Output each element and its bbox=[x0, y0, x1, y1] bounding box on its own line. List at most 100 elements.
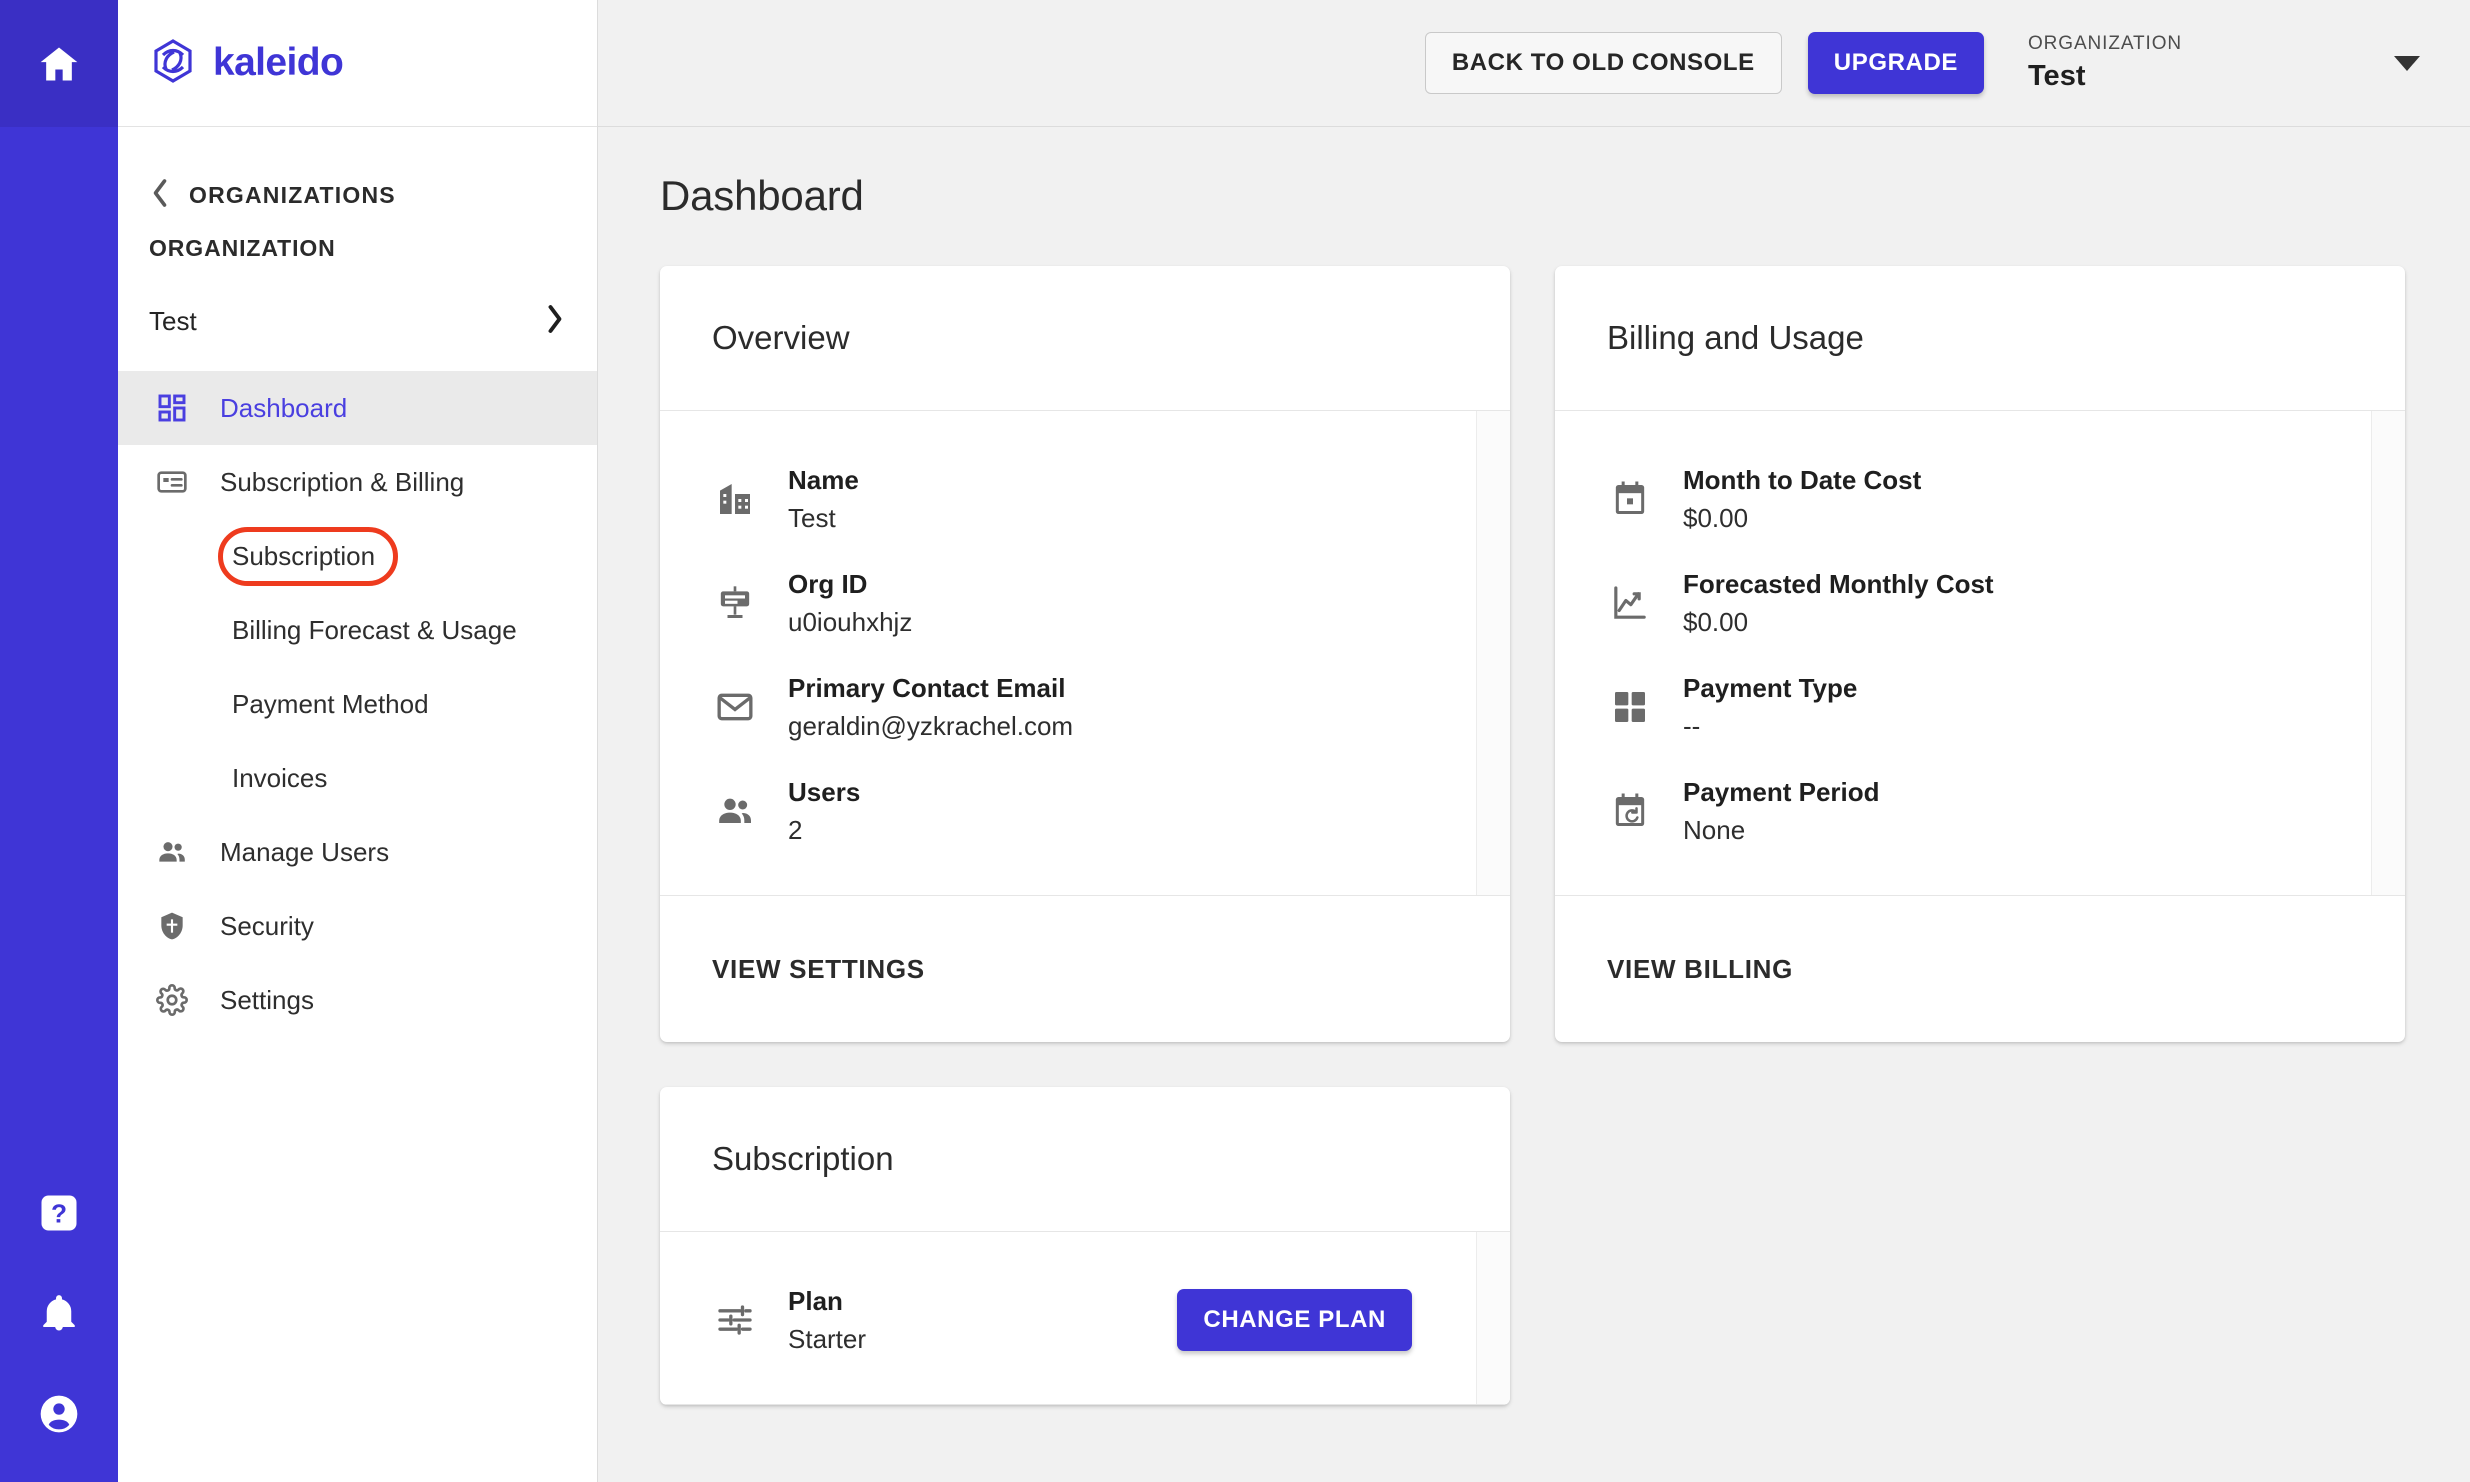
field-label: Month to Date Cost bbox=[1683, 464, 1922, 495]
field-label: Org ID bbox=[788, 568, 868, 599]
billing-card-body: Month to Date Cost $0.00 Forecasted Mont… bbox=[1555, 411, 2405, 896]
field-users: Users 2 bbox=[660, 759, 1510, 863]
help-icon[interactable]: ? bbox=[38, 1192, 80, 1234]
overview-card-body: Name Test Org ID u0iouhxhjz Primary Cont… bbox=[660, 411, 1510, 896]
sidebar-subitem-billing-forecast-usage[interactable]: Billing Forecast & Usage bbox=[118, 593, 597, 667]
chevron-left-icon bbox=[149, 178, 171, 213]
field-value: $0.00 bbox=[1683, 502, 1749, 533]
calendar-icon bbox=[1607, 476, 1653, 522]
field-org-id: Org ID u0iouhxhjz bbox=[660, 551, 1510, 655]
sidebar-item-label: Subscription & Billing bbox=[220, 467, 465, 497]
field-label: Payment Period bbox=[1683, 776, 1880, 807]
view-billing-link[interactable]: VIEW BILLING bbox=[1607, 954, 1793, 985]
dashboard-card-grid: Overview Name Test Org ID u0iouhxhjz Pri… bbox=[660, 266, 2410, 1042]
chevron-right-icon bbox=[544, 304, 566, 339]
field-label: Plan bbox=[788, 1285, 843, 1316]
field-payment-period: Payment Period None bbox=[1555, 759, 2405, 863]
field-value: Starter bbox=[788, 1323, 867, 1354]
subscription-card-row: Subscription Plan Starter CHANGE PLAN bbox=[660, 1087, 2410, 1405]
field-label: Primary Contact Email bbox=[788, 672, 1066, 703]
sidebar-subitem-label: Payment Method bbox=[232, 688, 429, 719]
line-chart-icon bbox=[1607, 580, 1653, 626]
field-payment-type: Payment Type -- bbox=[1555, 655, 2405, 759]
svg-text:?: ? bbox=[51, 1199, 67, 1229]
subscription-card: Subscription Plan Starter CHANGE PLAN bbox=[660, 1087, 1510, 1405]
sidebar-item-subscription-billing[interactable]: Subscription & Billing bbox=[118, 445, 597, 519]
sidebar-subitem-label: Invoices bbox=[232, 762, 328, 793]
field-value: None bbox=[1683, 814, 1746, 845]
gear-icon bbox=[149, 977, 195, 1023]
organization-switcher-value: Test bbox=[2028, 60, 2086, 92]
dashboard-grid-icon bbox=[149, 385, 195, 431]
page-content: Dashboard Overview Name Test Org ID u0io… bbox=[598, 127, 2470, 1482]
field-primary-contact-email: Primary Contact Email geraldin@yzkrachel… bbox=[660, 655, 1510, 759]
sidebar-subitem-invoices[interactable]: Invoices bbox=[118, 741, 597, 815]
page-title: Dashboard bbox=[660, 172, 864, 219]
mail-icon bbox=[712, 684, 758, 730]
billing-usage-card: Billing and Usage Month to Date Cost $0.… bbox=[1555, 266, 2405, 1042]
sidebar-subitem-label: Billing Forecast & Usage bbox=[232, 614, 517, 645]
breadcrumb-organizations[interactable]: ORGANIZATIONS bbox=[118, 148, 597, 243]
field-name: Name Test bbox=[660, 447, 1510, 551]
breadcrumb-label: ORGANIZATIONS bbox=[189, 182, 396, 208]
org-selector-name: Test bbox=[149, 305, 197, 336]
main-area: BACK TO OLD CONSOLE UPGRADE ORGANIZATION… bbox=[598, 0, 2470, 1482]
field-label: Name bbox=[788, 464, 859, 495]
overview-card: Overview Name Test Org ID u0iouhxhjz Pri… bbox=[660, 266, 1510, 1042]
sidebar-item-settings[interactable]: Settings bbox=[118, 963, 597, 1037]
field-label: Forecasted Monthly Cost bbox=[1683, 568, 1994, 599]
overview-card-header: Overview bbox=[660, 266, 1510, 411]
caret-down-icon bbox=[2394, 55, 2420, 71]
app-root: ? kaleido ORGANIZATIONS ORGANIZATION Tes… bbox=[0, 0, 2470, 1482]
field-month-to-date-cost: Month to Date Cost $0.00 bbox=[1555, 447, 2405, 551]
organization-switcher[interactable]: ORGANIZATION Test bbox=[2010, 20, 2430, 106]
kaleido-logo-icon bbox=[149, 37, 197, 90]
field-value: 2 bbox=[788, 814, 803, 845]
organization-switcher-label: ORGANIZATION bbox=[2028, 33, 2183, 54]
brand-name: kaleido bbox=[213, 41, 344, 84]
change-plan-button[interactable]: CHANGE PLAN bbox=[1177, 1289, 1412, 1351]
sidebar-item-security[interactable]: Security bbox=[118, 889, 597, 963]
sidebar-subitem-payment-method[interactable]: Payment Method bbox=[118, 667, 597, 741]
upgrade-button[interactable]: UPGRADE bbox=[1807, 32, 1984, 94]
people-icon bbox=[149, 829, 195, 875]
top-bar: BACK TO OLD CONSOLE UPGRADE ORGANIZATION… bbox=[598, 0, 2470, 127]
sidebar-item-label: Settings bbox=[220, 985, 314, 1015]
billing-card-header: Billing and Usage bbox=[1555, 266, 2405, 411]
field-value: -- bbox=[1683, 710, 1701, 741]
brand-logo[interactable]: kaleido bbox=[118, 0, 597, 127]
subscription-card-header: Subscription bbox=[660, 1087, 1510, 1232]
home-icon bbox=[37, 42, 81, 86]
calendar-repeat-icon bbox=[1607, 788, 1653, 834]
sliders-icon bbox=[712, 1297, 758, 1343]
sidebar-item-manage-users[interactable]: Manage Users bbox=[118, 815, 597, 889]
field-value: $0.00 bbox=[1683, 606, 1749, 637]
overview-card-footer: VIEW SETTINGS bbox=[660, 896, 1510, 1042]
field-forecasted-monthly-cost: Forecasted Monthly Cost $0.00 bbox=[1555, 551, 2405, 655]
sidebar-subitem-subscription[interactable]: Subscription bbox=[118, 519, 597, 593]
card-title: Overview bbox=[712, 319, 850, 356]
sidebar-item-label: Dashboard bbox=[220, 393, 348, 423]
field-plan: Plan Starter CHANGE PLAN bbox=[660, 1268, 1510, 1372]
rail-home-button[interactable] bbox=[0, 0, 118, 127]
sidebar-item-label: Manage Users bbox=[220, 837, 390, 867]
account-circle-icon[interactable] bbox=[37, 1392, 81, 1436]
field-value: Test bbox=[788, 502, 836, 533]
sidebar: kaleido ORGANIZATIONS ORGANIZATION Test … bbox=[118, 0, 598, 1482]
icon-rail: ? bbox=[0, 0, 118, 1482]
sidebar-subitem-label: Subscription bbox=[232, 540, 376, 571]
sidebar-item-dashboard[interactable]: Dashboard bbox=[118, 371, 597, 445]
view-settings-link[interactable]: VIEW SETTINGS bbox=[712, 954, 925, 985]
field-label: Payment Type bbox=[1683, 672, 1858, 703]
card-title: Subscription bbox=[712, 1140, 894, 1177]
back-to-old-console-button[interactable]: BACK TO OLD CONSOLE bbox=[1424, 32, 1782, 94]
grid-squares-icon bbox=[1607, 684, 1653, 730]
sidebar-nav: Dashboard Subscription & Billing Subscri… bbox=[118, 371, 597, 1037]
org-selector-row[interactable]: Test bbox=[118, 288, 597, 354]
org-id-icon bbox=[712, 580, 758, 626]
building-icon bbox=[712, 476, 758, 522]
shield-icon bbox=[149, 903, 195, 949]
bell-icon[interactable] bbox=[38, 1292, 80, 1334]
people-icon bbox=[712, 788, 758, 834]
subscription-card-body: Plan Starter CHANGE PLAN bbox=[660, 1232, 1510, 1405]
